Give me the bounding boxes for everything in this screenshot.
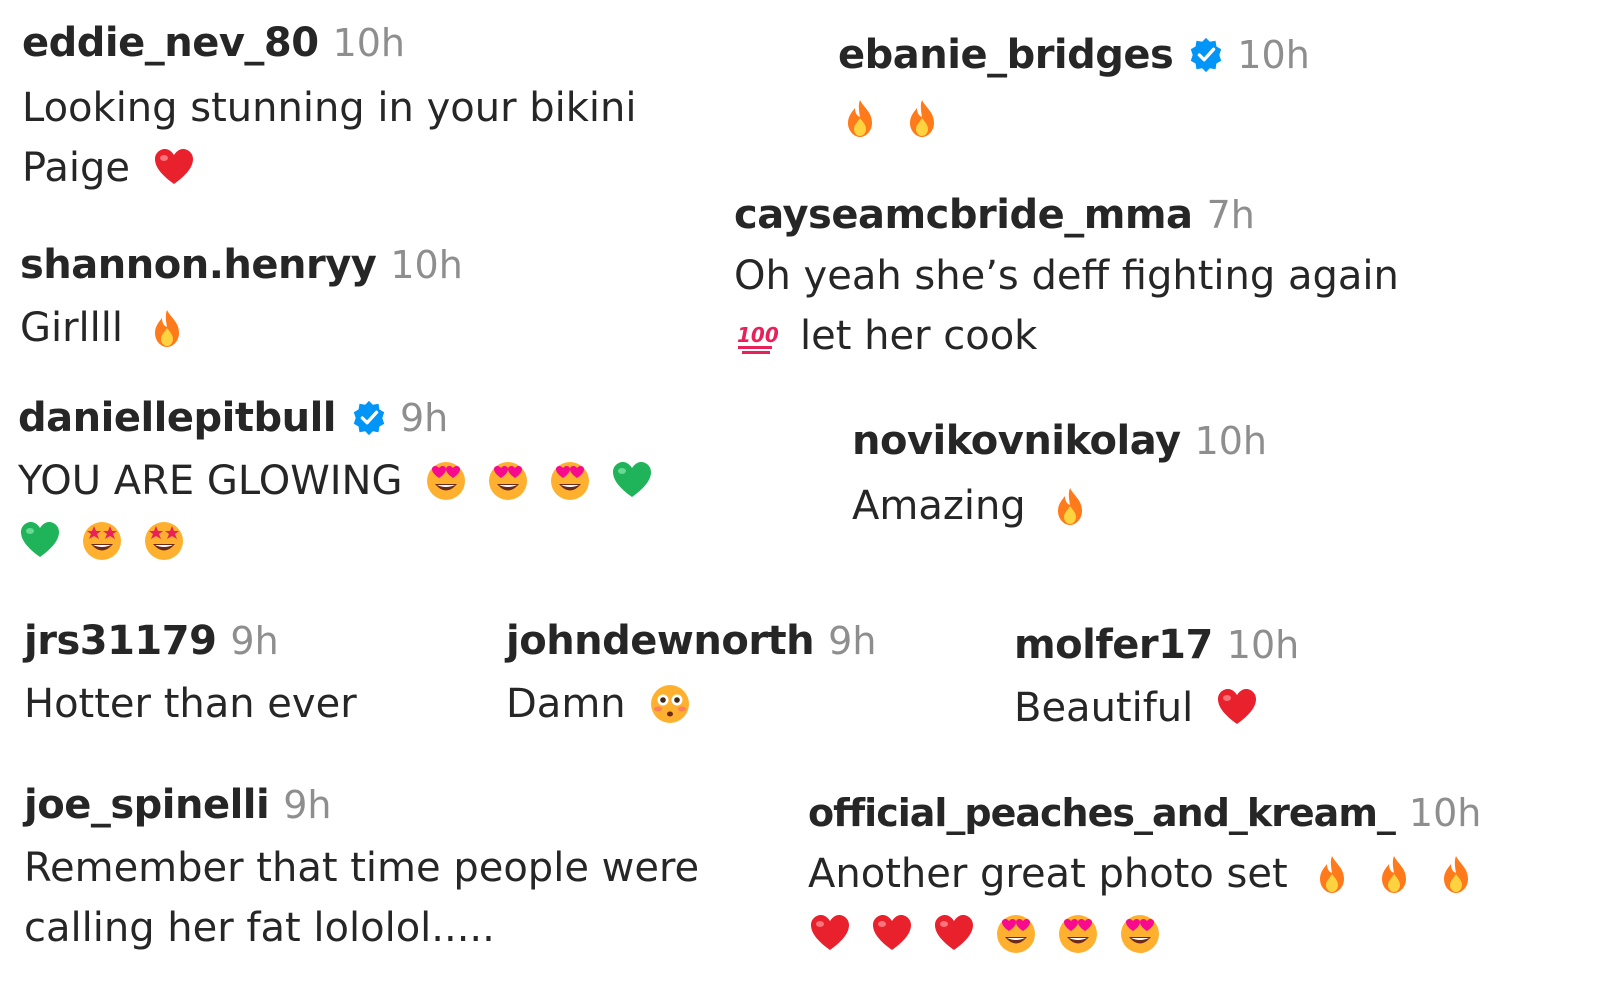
username[interactable]: cayseamcbride_mma [734, 192, 1193, 238]
comment-text: Another great photo set [808, 851, 1288, 897]
comment-text: Girllll [20, 305, 124, 351]
comment-11: official_peaches_and_kream_ 10h Another … [808, 790, 1481, 964]
svg-text:100: 100 [737, 323, 778, 347]
timestamp[interactable]: 10h [1409, 791, 1481, 835]
comment-text: Amazing [852, 483, 1026, 529]
timestamp[interactable]: 10h [333, 21, 405, 65]
username[interactable]: ebanie_bridges [838, 32, 1174, 78]
username[interactable]: joe_spinelli [24, 782, 270, 828]
fire-icon [1372, 852, 1416, 896]
username[interactable]: molfer17 [1014, 622, 1213, 668]
timestamp[interactable]: 9h [230, 619, 278, 663]
comment-text: Remember that time people were [24, 845, 700, 891]
star-struck-icon [142, 519, 186, 563]
comment-text: let her cook [800, 313, 1038, 359]
comment-text: Beautiful [1014, 685, 1194, 731]
fire-icon [1048, 484, 1092, 528]
heart-icon [932, 912, 976, 956]
timestamp[interactable]: 7h [1207, 193, 1255, 237]
flushed-face-icon [648, 682, 692, 726]
comment-text: Damn [506, 681, 626, 727]
comment-text: YOU ARE GLOWING [18, 458, 403, 504]
timestamp[interactable]: 10h [390, 243, 462, 287]
heart-icon [808, 912, 852, 956]
timestamp[interactable]: 10h [1227, 623, 1299, 667]
fire-icon [900, 96, 944, 140]
verified-badge-icon [350, 399, 388, 437]
username[interactable]: daniellepitbull [18, 395, 337, 441]
username[interactable]: novikovnikolay [852, 418, 1181, 464]
fire-icon [838, 96, 882, 140]
heart-eyes-icon [424, 459, 468, 503]
heart-icon [152, 146, 196, 190]
comment-2: ebanie_bridges 10h [838, 32, 1310, 148]
fire-icon [145, 306, 189, 350]
username[interactable]: jrs31179 [24, 618, 217, 664]
comment-text: calling her fat lololol..... [24, 905, 495, 951]
timestamp[interactable]: 9h [400, 396, 448, 440]
comment-1: eddie_nev_80 10h Looking stunning in you… [22, 20, 659, 198]
heart-eyes-icon [1056, 912, 1100, 956]
comment-10: joe_spinelli 9h Remember that time peopl… [24, 782, 721, 958]
comment-text: Hotter than ever [24, 681, 357, 727]
comment-text: Oh yeah she’s deff fighting again [734, 253, 1399, 299]
username[interactable]: eddie_nev_80 [22, 20, 319, 66]
heart-eyes-icon [994, 912, 1038, 956]
heart-eyes-icon [548, 459, 592, 503]
star-struck-icon [80, 519, 124, 563]
heart-eyes-icon [1118, 912, 1162, 956]
timestamp[interactable]: 10h [1195, 419, 1267, 463]
verified-badge-icon [1187, 36, 1225, 74]
comment-6: novikovnikolay 10h Amazing [852, 418, 1267, 536]
hundred-points-icon: 100 [734, 314, 778, 358]
username[interactable]: official_peaches_and_kream_ [808, 791, 1396, 835]
timestamp[interactable]: 10h [1237, 33, 1309, 77]
heart-eyes-icon [486, 459, 530, 503]
username[interactable]: johndewnorth [506, 618, 815, 664]
heart-icon [1215, 686, 1259, 730]
comment-text: Looking stunning in your bikini [22, 85, 637, 131]
comment-9: molfer17 10h Beautiful [1014, 622, 1299, 738]
fire-icon [1434, 852, 1478, 896]
comment-4: cayseamcbride_mma 7h Oh yeah she’s deff … [734, 192, 1421, 366]
green-heart-icon [610, 459, 654, 503]
timestamp[interactable]: 9h [828, 619, 876, 663]
heart-icon [870, 912, 914, 956]
fire-icon [1310, 852, 1354, 896]
green-heart-icon [18, 519, 62, 563]
username[interactable]: shannon.henryy [20, 242, 377, 288]
timestamp[interactable]: 9h [283, 783, 331, 827]
comment-5: daniellepitbull 9h YOU ARE GLOWING [18, 395, 654, 571]
comment-3: shannon.henryy 10h Girllll [20, 242, 463, 358]
comment-7: jrs31179 9h Hotter than ever [24, 618, 379, 734]
comment-text: Paige [22, 145, 130, 191]
comment-8: johndewnorth 9h Damn [506, 618, 876, 734]
